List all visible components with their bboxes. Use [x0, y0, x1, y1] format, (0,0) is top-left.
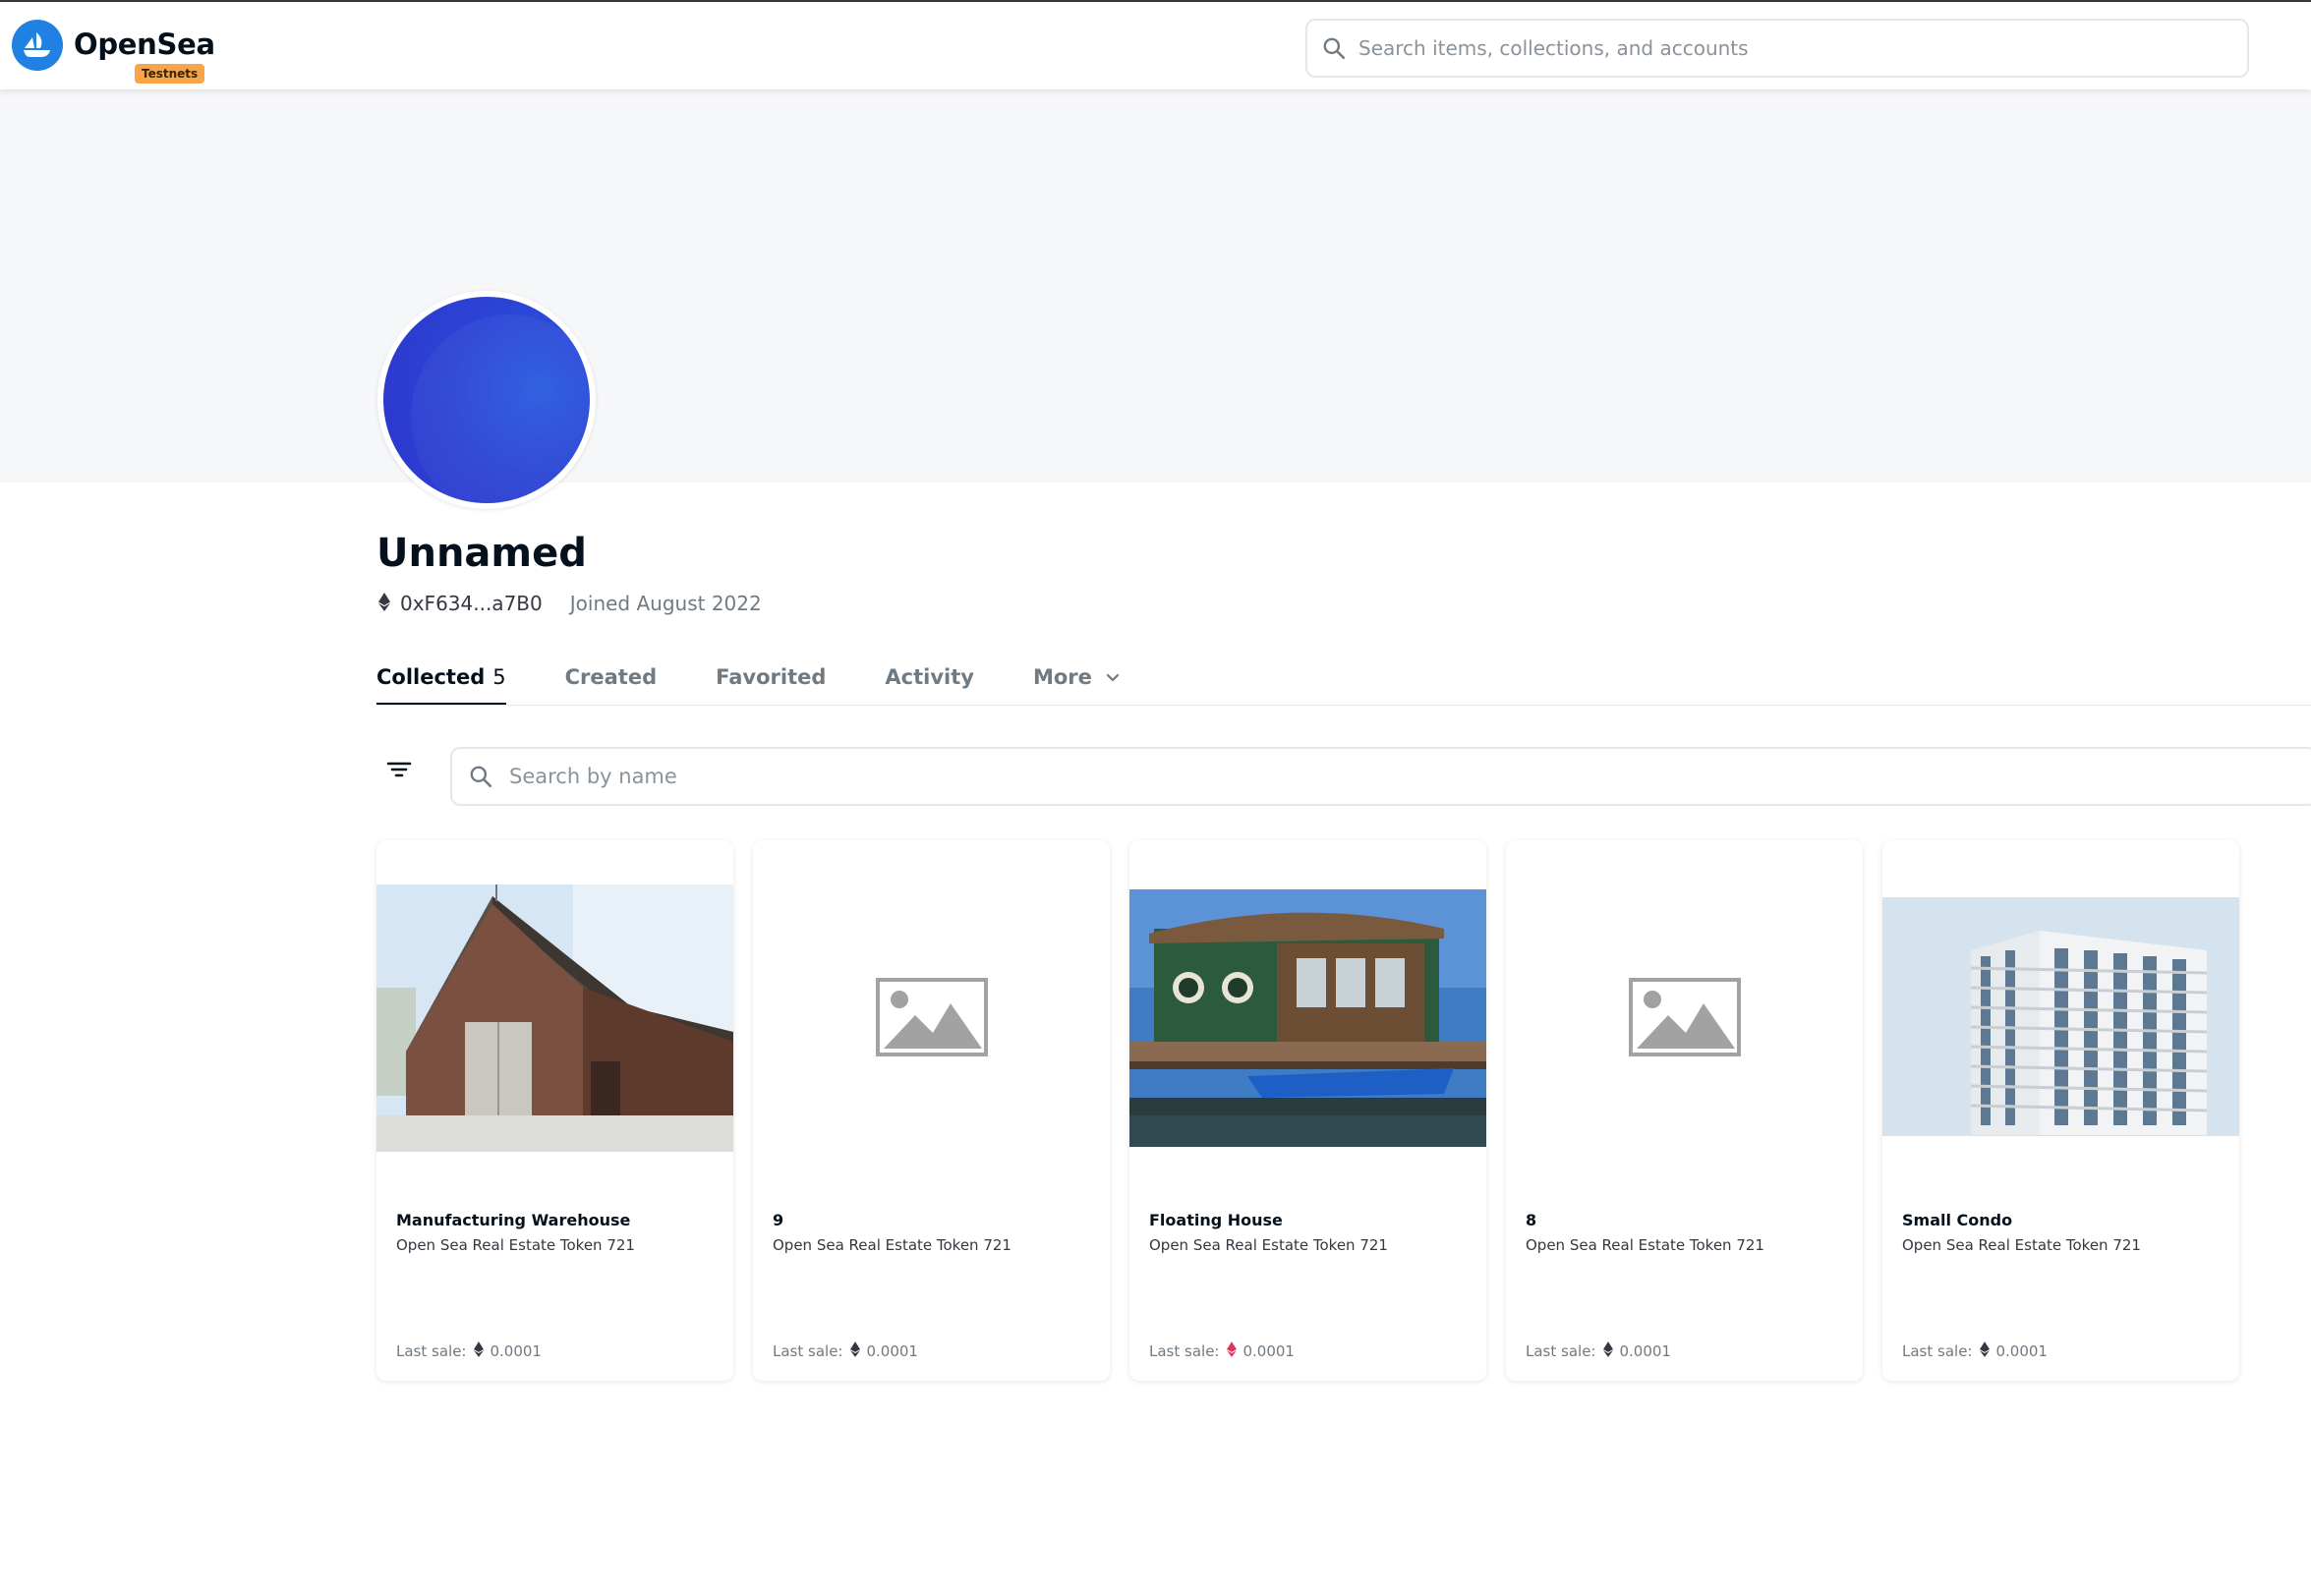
tab-count: 5 — [492, 665, 506, 689]
tab-activity[interactable]: Activity — [885, 656, 974, 706]
ethereum-icon — [1603, 1341, 1614, 1361]
item-collection[interactable]: Open Sea Real Estate Token 721 — [396, 1236, 635, 1254]
last-sale-label: Last sale: — [1526, 1342, 1596, 1360]
tabs-divider — [376, 705, 2311, 706]
chevron-down-icon — [1105, 657, 1121, 699]
ethereum-icon — [850, 1341, 861, 1361]
ethereum-icon — [474, 1341, 485, 1361]
last-sale-price: 0.0001 — [490, 1342, 542, 1360]
brand-name[interactable]: OpenSea — [74, 28, 215, 61]
image-placeholder-icon — [1629, 978, 1741, 1056]
last-sale-price: 0.0001 — [1242, 1342, 1295, 1360]
last-sale-label: Last sale: — [396, 1342, 467, 1360]
search-icon — [1321, 35, 1347, 65]
item-title: Floating House — [1149, 1211, 1283, 1229]
last-sale-row: Last sale: 0.0001 — [396, 1341, 542, 1361]
last-sale-label: Last sale: — [773, 1342, 843, 1360]
item-card[interactable]: Small Condo Open Sea Real Estate Token 7… — [1882, 840, 2239, 1381]
last-sale-row: Last sale: 0.0001 — [1149, 1341, 1295, 1361]
profile-name: Unnamed — [376, 531, 587, 576]
last-sale-price: 0.0001 — [1995, 1342, 2048, 1360]
condo-image — [1882, 840, 2239, 1174]
item-collection[interactable]: Open Sea Real Estate Token 721 — [773, 1236, 1011, 1254]
wallet-address[interactable]: 0xF634...a7B0 — [400, 592, 543, 615]
last-sale-row: Last sale: 0.0001 — [1526, 1341, 1671, 1361]
tab-label: Activity — [885, 665, 974, 689]
avatar-image — [383, 297, 590, 503]
item-card[interactable]: Manufacturing Warehouse Open Sea Real Es… — [376, 840, 733, 1381]
last-sale-row: Last sale: 0.0001 — [1902, 1341, 2048, 1361]
last-sale-row: Last sale: 0.0001 — [773, 1341, 918, 1361]
filter-icon — [386, 762, 412, 784]
collected-items-grid: Manufacturing Warehouse Open Sea Real Es… — [376, 840, 2244, 1381]
item-collection[interactable]: Open Sea Real Estate Token 721 — [1526, 1236, 1764, 1254]
tab-collected[interactable]: Collected 5 — [376, 656, 506, 706]
profile-banner — [0, 89, 2311, 483]
tab-label: More — [1032, 665, 1092, 689]
tab-label: Created — [564, 665, 658, 689]
testnets-badge: Testnets — [135, 64, 205, 84]
items-search-box[interactable] — [450, 747, 2311, 806]
item-title: Small Condo — [1902, 1211, 2013, 1229]
houseboat-image — [1129, 840, 1486, 1174]
ethereum-icon — [1980, 1341, 1991, 1361]
item-card[interactable]: 9 Open Sea Real Estate Token 721 Last sa… — [753, 840, 1110, 1381]
item-title: 9 — [773, 1211, 784, 1229]
warehouse-image — [376, 840, 733, 1174]
filter-button[interactable] — [386, 759, 426, 794]
last-sale-price: 0.0001 — [866, 1342, 918, 1360]
global-search-input[interactable] — [1358, 21, 2224, 76]
ethereum-icon — [378, 592, 390, 615]
items-search-input[interactable] — [509, 749, 2279, 804]
last-sale-label: Last sale: — [1902, 1342, 1973, 1360]
profile-avatar[interactable] — [377, 291, 596, 509]
top-navbar: OpenSea Testnets — [0, 2, 2311, 89]
tab-favorited[interactable]: Favorited — [716, 656, 826, 706]
profile-meta-row: 0xF634...a7B0 Joined August 2022 — [378, 590, 762, 617]
tab-more[interactable]: More — [1033, 656, 1121, 706]
image-placeholder-icon — [876, 978, 988, 1056]
ethereum-icon — [1227, 1341, 1238, 1361]
item-title: 8 — [1526, 1211, 1537, 1229]
last-sale-label: Last sale: — [1149, 1342, 1220, 1360]
tab-label: Favorited — [716, 665, 827, 689]
search-icon — [468, 764, 493, 793]
tab-created[interactable]: Created — [565, 656, 658, 706]
item-card[interactable]: Floating House Open Sea Real Estate Toke… — [1129, 840, 1486, 1381]
last-sale-price: 0.0001 — [1619, 1342, 1671, 1360]
profile-tabs: Collected 5 Created Favorited Activity Mo… — [376, 656, 1180, 706]
joined-date: Joined August 2022 — [569, 592, 762, 615]
item-title: Manufacturing Warehouse — [396, 1211, 631, 1229]
global-search-box[interactable] — [1305, 19, 2249, 78]
image-placeholder — [1506, 840, 1863, 1174]
item-card[interactable]: 8 Open Sea Real Estate Token 721 Last sa… — [1506, 840, 1863, 1381]
opensea-logo-icon[interactable] — [12, 20, 63, 71]
item-collection[interactable]: Open Sea Real Estate Token 721 — [1902, 1236, 2141, 1254]
item-collection[interactable]: Open Sea Real Estate Token 721 — [1149, 1236, 1388, 1254]
image-placeholder — [753, 840, 1110, 1174]
tab-label: Collected — [376, 665, 486, 689]
